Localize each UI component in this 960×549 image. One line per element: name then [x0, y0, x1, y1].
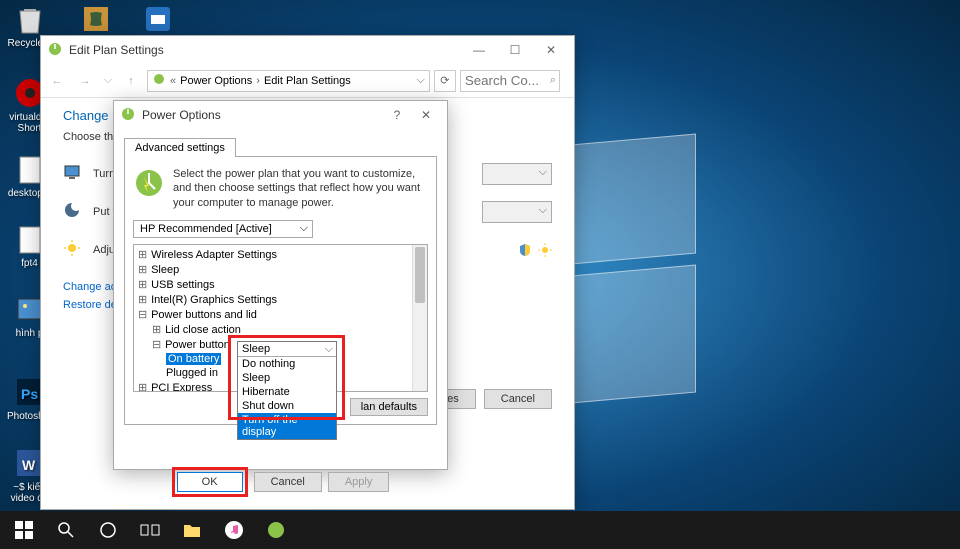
maximize-button[interactable]: ☐ — [498, 40, 532, 60]
pluggedin-dropdown[interactable] — [482, 201, 552, 223]
power-icon — [120, 106, 136, 125]
combo-option[interactable]: Turn off the display — [238, 413, 336, 439]
titlebar[interactable]: Power Options ? ✕ — [114, 101, 447, 129]
close-button[interactable]: ✕ — [411, 105, 441, 125]
app-icon — [79, 2, 113, 36]
svg-text:W: W — [22, 457, 36, 473]
combo-option[interactable]: Hibernate — [238, 385, 336, 399]
app-icon — [141, 2, 175, 36]
itunes-button[interactable] — [214, 512, 254, 548]
pluggedin-dropdown[interactable] — [482, 163, 552, 185]
recycle-bin-icon — [13, 2, 47, 36]
combo-list: Do nothing Sleep Hibernate Shut down Tur… — [238, 356, 336, 439]
breadcrumb[interactable]: « Power Options › Edit Plan Settings ⌵ — [147, 70, 430, 92]
breadcrumb-item[interactable]: Edit Plan Settings — [264, 75, 351, 87]
file-explorer-button[interactable] — [172, 512, 212, 548]
titlebar[interactable]: Edit Plan Settings — ☐ ✕ — [41, 36, 574, 64]
tree-item[interactable]: ⊞ Sleep — [138, 262, 423, 277]
forward-button[interactable]: → — [73, 69, 97, 93]
tree-item[interactable]: ⊞ Wireless Adapter Settings — [138, 247, 423, 262]
start-button[interactable] — [4, 512, 44, 548]
dialog-title: Power Options — [142, 108, 385, 122]
cancel-button[interactable]: Cancel — [254, 472, 322, 492]
apply-button[interactable]: Apply — [328, 472, 390, 492]
taskbar — [0, 511, 960, 549]
search-input[interactable] — [460, 70, 560, 92]
tree-item[interactable]: ⊟ Power buttons and lid — [138, 307, 423, 322]
combo-selected[interactable]: Sleep — [238, 342, 336, 356]
highlight-box: OK — [172, 467, 248, 497]
window-title: Edit Plan Settings — [69, 43, 462, 57]
scrollbar[interactable] — [412, 245, 427, 391]
svg-text:Ps: Ps — [21, 386, 38, 402]
power-plan-dropdown[interactable]: HP Recommended [Active] — [133, 220, 313, 238]
cortana-button[interactable] — [88, 512, 128, 548]
power-icon — [152, 72, 166, 89]
shield-icon — [518, 243, 532, 257]
advanced-settings-tab[interactable]: Advanced settings — [124, 138, 236, 157]
icon-label: fpt4 — [21, 258, 38, 269]
search-button[interactable] — [46, 512, 86, 548]
minimize-button[interactable]: — — [462, 40, 496, 60]
navigation-bar: ← → ⌵ ↑ « Power Options › Edit Plan Sett… — [41, 64, 574, 98]
display-icon — [63, 163, 85, 185]
task-view-button[interactable] — [130, 512, 170, 548]
cancel-button[interactable]: Cancel — [484, 389, 552, 409]
desktop-shortcut-3[interactable] — [130, 2, 185, 38]
search-icon: ⌕ — [550, 74, 556, 87]
restore-defaults-button[interactable]: lan defaults — [350, 398, 428, 416]
refresh-button[interactable]: ⟳ — [434, 70, 456, 92]
ok-button[interactable]: OK — [177, 472, 243, 492]
help-button[interactable]: ? — [385, 105, 409, 125]
power-icon — [47, 41, 63, 60]
sleep-icon — [63, 201, 85, 223]
tree-item[interactable]: ⊞ Intel(R) Graphics Settings — [138, 292, 423, 307]
sun-icon — [538, 243, 552, 257]
back-button[interactable]: ← — [45, 69, 69, 93]
combo-option[interactable]: Do nothing — [238, 357, 336, 371]
up-button[interactable]: ↑ — [119, 69, 143, 93]
desktop-shortcut-2[interactable] — [68, 2, 123, 38]
breadcrumb-item[interactable]: Power Options — [180, 75, 252, 87]
close-button[interactable]: ✕ — [534, 40, 568, 60]
combo-option[interactable]: Shut down — [238, 399, 336, 413]
tree-item[interactable]: ⊞ USB settings — [138, 277, 423, 292]
brightness-icon — [63, 239, 85, 261]
power-action-combobox[interactable]: Sleep Do nothing Sleep Hibernate Shut do… — [237, 341, 337, 440]
combo-option[interactable]: Sleep — [238, 371, 336, 385]
description-text: Select the power plan that you want to c… — [173, 167, 428, 210]
recent-button[interactable]: ⌵ — [101, 69, 115, 93]
taskbar-app[interactable] — [256, 512, 296, 548]
power-plan-icon — [133, 167, 165, 199]
tree-item[interactable]: ⊞ Lid close action — [138, 322, 423, 337]
